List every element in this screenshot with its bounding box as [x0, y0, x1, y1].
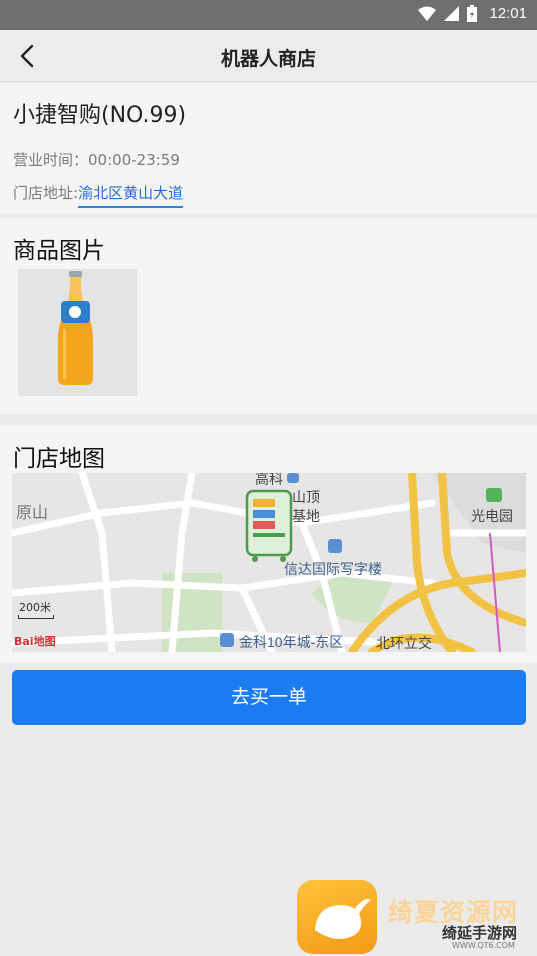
watermark-logo: [297, 880, 377, 954]
business-hours: 营业时间：00:00-23:59: [13, 149, 180, 170]
map-label-jidi: 基地: [292, 508, 320, 524]
map-label-xinda: 信达国际写字楼: [284, 561, 382, 577]
images-section-title: 商品图片: [13, 238, 105, 264]
address-link[interactable]: 渝北区黄山大道: [78, 184, 184, 208]
watermark-subtext: 绮延手游网: [442, 924, 518, 942]
map-label-jinke: 金科10年城-东区: [239, 634, 344, 650]
app-bar: 机器人商店: [0, 30, 537, 82]
map-label-beihuan: 北环立交: [376, 635, 432, 651]
map-scale-bar: [18, 615, 54, 619]
product-image[interactable]: [18, 269, 137, 396]
store-map-section: 门店地图 原山 高科 山顶 基地 光电园 信达国际写字楼 金科10年城-东区 北…: [0, 425, 537, 663]
baidu-map-logo: Bai地图: [14, 635, 56, 648]
map-roads: [12, 473, 526, 652]
product-images-section: 商品图片: [0, 218, 537, 414]
map-label-guangdianyuan: 光电园: [471, 508, 513, 524]
signal-icon: [444, 6, 460, 21]
wifi-icon: [418, 6, 437, 21]
page-title: 机器人商店: [220, 48, 316, 70]
buy-button[interactable]: 去买一单: [12, 670, 526, 725]
bottle-image: [58, 271, 93, 385]
hours-value: 00:00-23:59: [88, 151, 180, 169]
store-address: 门店地址:渝北区黄山大道: [13, 182, 184, 208]
status-bar: 12:01: [0, 0, 537, 30]
hours-label: 营业时间：: [13, 151, 89, 169]
map-label-shanding: 山顶: [292, 489, 320, 505]
map-section-title: 门店地图: [13, 446, 105, 472]
whale-icon: [315, 899, 371, 939]
store-name: 小捷智购(NO.99): [13, 103, 187, 128]
vending-machine-marker[interactable]: [245, 489, 293, 562]
map-label-yuanshan: 原山: [16, 505, 49, 522]
address-label: 门店地址:: [13, 184, 79, 202]
store-map[interactable]: 原山 高科 山顶 基地 光电园 信达国际写字楼 金科10年城-东区 北环立交 2…: [12, 473, 526, 652]
clock: 12:01: [489, 5, 527, 22]
map-label-gaoke: 高科: [255, 473, 283, 487]
map-scale-label: 200米: [19, 601, 51, 614]
store-info-card: 小捷智购(NO.99) 营业时间：00:00-23:59 门店地址:渝北区黄山大…: [0, 83, 537, 213]
battery-icon: [467, 5, 478, 22]
watermark-url: WWW.QT6.COM: [452, 941, 515, 950]
